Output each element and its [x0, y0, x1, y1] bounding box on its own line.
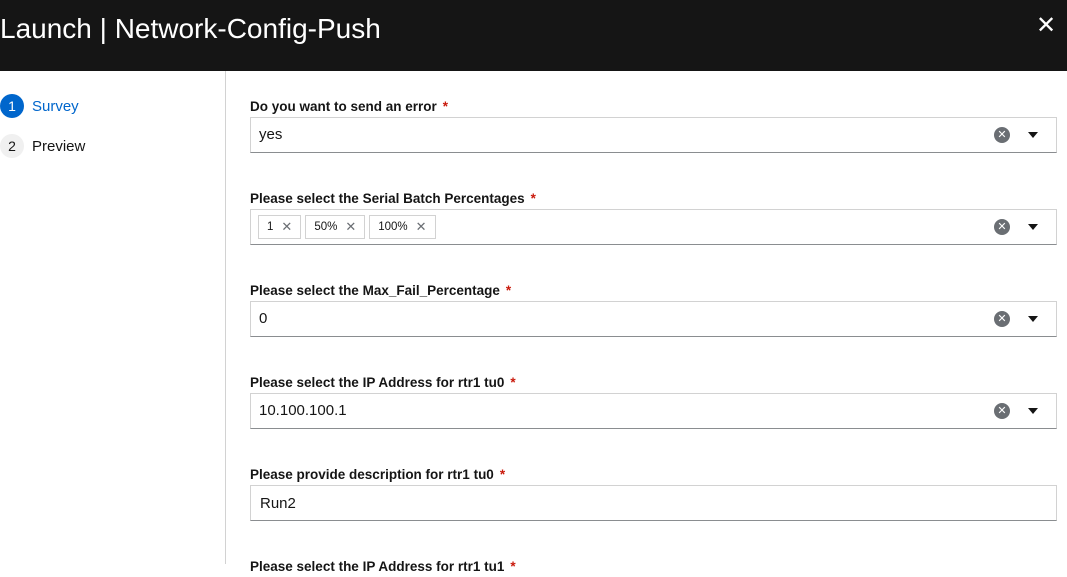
question-serial-batch: Please select the Serial Batch Percentag… — [250, 189, 1057, 245]
required-indicator: * — [510, 375, 516, 390]
close-icon[interactable]: ✕ — [1034, 14, 1058, 38]
field-label: Please select the Max_Fail_Percentage * — [250, 283, 512, 298]
required-indicator: * — [530, 191, 536, 206]
field-label: Do you want to send an error * — [250, 99, 449, 114]
times-icon[interactable]: ✕ — [345, 219, 356, 235]
caret-down-icon[interactable] — [1028, 132, 1038, 138]
send-error-select[interactable]: yes ✕ — [250, 117, 1057, 153]
caret-down-icon[interactable] — [1028, 408, 1038, 414]
step-number: 2 — [0, 134, 24, 158]
select-value: 10.100.100.1 — [259, 402, 347, 419]
field-label: Please select the IP Address for rtr1 tu… — [250, 375, 516, 390]
wizard-step-preview[interactable]: 2 Preview — [0, 134, 85, 158]
question-description-tu0: Please provide description for rtr1 tu0 * — [250, 465, 1057, 521]
field-label: Please select the IP Address for rtr1 tu… — [250, 559, 516, 574]
field-label: Please select the Serial Batch Percentag… — [250, 191, 536, 206]
question-max-fail: Please select the Max_Fail_Percentage * 0… — [250, 281, 1057, 337]
wizard-step-survey[interactable]: 1 Survey — [0, 94, 79, 118]
clear-icon[interactable]: ✕ — [994, 127, 1010, 143]
clear-icon[interactable]: ✕ — [994, 219, 1010, 235]
question-send-error: Do you want to send an error * yes ✕ — [250, 97, 1057, 153]
chip: 50% ✕ — [305, 215, 366, 239]
question-ip-tu0: Please select the IP Address for rtr1 tu… — [250, 373, 1057, 429]
max-fail-select[interactable]: 0 ✕ — [250, 301, 1057, 337]
select-value: yes — [259, 126, 283, 143]
modal-header: Launch | Network-Config-Push ✕ — [0, 0, 1067, 71]
times-icon[interactable]: ✕ — [416, 219, 427, 235]
modal-title: Launch | Network-Config-Push — [0, 13, 381, 44]
caret-down-icon[interactable] — [1028, 224, 1038, 230]
caret-down-icon[interactable] — [1028, 316, 1038, 322]
required-indicator: * — [442, 99, 449, 114]
select-value: 0 — [259, 310, 268, 327]
required-indicator: * — [510, 559, 516, 574]
chip-group: 1 ✕ 50% ✕ 100% ✕ — [258, 215, 436, 239]
clear-icon[interactable]: ✕ — [994, 403, 1010, 419]
step-number: 1 — [0, 94, 24, 118]
question-ip-tu1: Please select the IP Address for rtr1 tu… — [250, 557, 1057, 577]
required-indicator: * — [505, 283, 512, 298]
clear-icon[interactable]: ✕ — [994, 311, 1010, 327]
wizard-nav: 1 Survey 2 Preview — [0, 71, 226, 564]
required-indicator: * — [499, 467, 506, 482]
field-label: Please provide description for rtr1 tu0 * — [250, 467, 506, 482]
chip: 100% ✕ — [369, 215, 436, 239]
ip-tu0-select[interactable]: 10.100.100.1 ✕ — [250, 393, 1057, 429]
step-label: Survey — [32, 97, 79, 115]
chip: 1 ✕ — [258, 215, 302, 239]
times-icon[interactable]: ✕ — [281, 219, 292, 235]
survey-form: Do you want to send an error * yes ✕ Plea… — [250, 71, 1057, 574]
serial-batch-multiselect[interactable]: 1 ✕ 50% ✕ 100% ✕ ✕ — [250, 209, 1057, 245]
description-tu0-input[interactable] — [250, 485, 1057, 521]
step-label: Preview — [32, 137, 86, 155]
